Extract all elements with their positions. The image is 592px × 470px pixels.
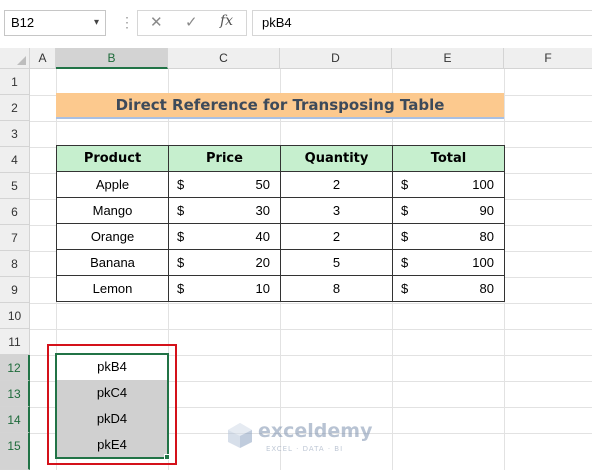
price-value: 40 [255, 228, 270, 244]
cell-price[interactable]: $10 [168, 275, 281, 302]
cell-quantity[interactable]: 2 [280, 223, 393, 250]
worksheet-grid: A B C D E F 1 2 3 4 5 6 7 8 9 10 11 12 1… [0, 48, 592, 470]
row-header-2[interactable]: 2 [0, 95, 30, 121]
watermark-name: exceldemy [258, 420, 373, 442]
cell-price[interactable]: $50 [168, 171, 281, 198]
gridline [30, 121, 592, 122]
cell-price[interactable]: $30 [168, 197, 281, 224]
price-value: 30 [255, 202, 270, 218]
cell-product[interactable]: Banana [56, 249, 169, 276]
select-all-button[interactable] [0, 48, 30, 69]
currency-symbol: $ [401, 280, 409, 296]
row-header-12[interactable]: 12 [0, 355, 30, 381]
watermark: exceldemy EXCEL · DATA · BI [226, 418, 376, 458]
selection-border [55, 353, 169, 459]
name-box-value: B12 [11, 15, 35, 30]
more-options-icon[interactable]: ⋮ [120, 14, 134, 31]
row-header-1[interactable]: 1 [0, 69, 30, 95]
cell-quantity[interactable]: 5 [280, 249, 393, 276]
header-total[interactable]: Total [392, 145, 505, 172]
table-row: Apple $50 2 $100 [56, 171, 505, 198]
currency-symbol: $ [177, 254, 185, 270]
table-row: Mango $30 3 $90 [56, 197, 505, 224]
column-header-f[interactable]: F [504, 48, 592, 69]
row-header-11[interactable]: 11 [0, 329, 30, 355]
enter-icon[interactable]: ✓ [185, 13, 198, 31]
row-header-15[interactable]: 15 [0, 433, 30, 470]
price-value: 50 [255, 176, 270, 192]
cell-total[interactable]: $80 [392, 223, 505, 250]
cell-product[interactable]: Lemon [56, 275, 169, 302]
chevron-down-icon[interactable]: ▾ [94, 11, 99, 35]
currency-symbol: $ [401, 254, 409, 270]
fill-handle[interactable] [164, 454, 170, 460]
exceldemy-logo-icon [228, 423, 252, 448]
row-header-3[interactable]: 3 [0, 121, 30, 147]
cell-quantity[interactable]: 3 [280, 197, 393, 224]
cell-quantity[interactable]: 8 [280, 275, 393, 302]
formula-input[interactable]: pkB4 [252, 10, 592, 36]
insert-function-icon[interactable]: fx [220, 13, 233, 29]
cell-total[interactable]: $100 [392, 171, 505, 198]
header-product[interactable]: Product [56, 145, 169, 172]
row-header-5[interactable]: 5 [0, 173, 30, 199]
cell-total[interactable]: $80 [392, 275, 505, 302]
currency-symbol: $ [177, 176, 185, 192]
cell-product[interactable]: Apple [56, 171, 169, 198]
gridline [30, 329, 592, 330]
table-row: Lemon $10 8 $80 [56, 275, 505, 302]
name-box[interactable]: B12 ▾ [4, 10, 106, 36]
table-header-row: Product Price Quantity Total [56, 145, 505, 172]
column-header-a[interactable]: A [30, 48, 56, 69]
currency-symbol: $ [401, 202, 409, 218]
cell-total[interactable]: $90 [392, 197, 505, 224]
currency-symbol: $ [177, 202, 185, 218]
total-value: 80 [479, 280, 494, 296]
currency-symbol: $ [401, 176, 409, 192]
currency-symbol: $ [177, 280, 185, 296]
gridline [30, 303, 592, 304]
cell-product[interactable]: Orange [56, 223, 169, 250]
total-value: 90 [479, 202, 494, 218]
row-header-14[interactable]: 14 [0, 407, 30, 433]
formula-bar: B12 ▾ ⋮ ✕ ✓ fx pkB4 [0, 0, 592, 48]
row-header-8[interactable]: 8 [0, 251, 30, 277]
cancel-icon[interactable]: ✕ [150, 13, 163, 31]
column-header-c[interactable]: C [168, 48, 280, 69]
price-value: 10 [255, 280, 270, 296]
total-value: 100 [472, 254, 494, 270]
header-price[interactable]: Price [168, 145, 281, 172]
row-header-13[interactable]: 13 [0, 381, 30, 407]
table-row: Orange $40 2 $80 [56, 223, 505, 250]
page-title: Direct Reference for Transposing Table [56, 93, 504, 119]
column-header-b[interactable]: B [56, 48, 168, 69]
currency-symbol: $ [177, 228, 185, 244]
currency-symbol: $ [401, 228, 409, 244]
row-header-9[interactable]: 9 [0, 277, 30, 303]
cell-price[interactable]: $40 [168, 223, 281, 250]
table-row: Banana $20 5 $100 [56, 249, 505, 276]
row-header-7[interactable]: 7 [0, 225, 30, 251]
column-header-e[interactable]: E [392, 48, 504, 69]
cell-price[interactable]: $20 [168, 249, 281, 276]
row-header-10[interactable]: 10 [0, 303, 30, 329]
data-table: Product Price Quantity Total Apple $50 2… [56, 145, 505, 302]
price-value: 20 [255, 254, 270, 270]
cell-total[interactable]: $100 [392, 249, 505, 276]
cell-product[interactable]: Mango [56, 197, 169, 224]
total-value: 80 [479, 228, 494, 244]
watermark-tagline: EXCEL · DATA · BI [266, 445, 344, 453]
column-header-d[interactable]: D [280, 48, 392, 69]
total-value: 100 [472, 176, 494, 192]
row-header-4[interactable]: 4 [0, 147, 30, 173]
cell-quantity[interactable]: 2 [280, 171, 393, 198]
row-header-6[interactable]: 6 [0, 199, 30, 225]
formula-buttons: ✕ ✓ fx [137, 10, 247, 36]
header-quantity[interactable]: Quantity [280, 145, 393, 172]
